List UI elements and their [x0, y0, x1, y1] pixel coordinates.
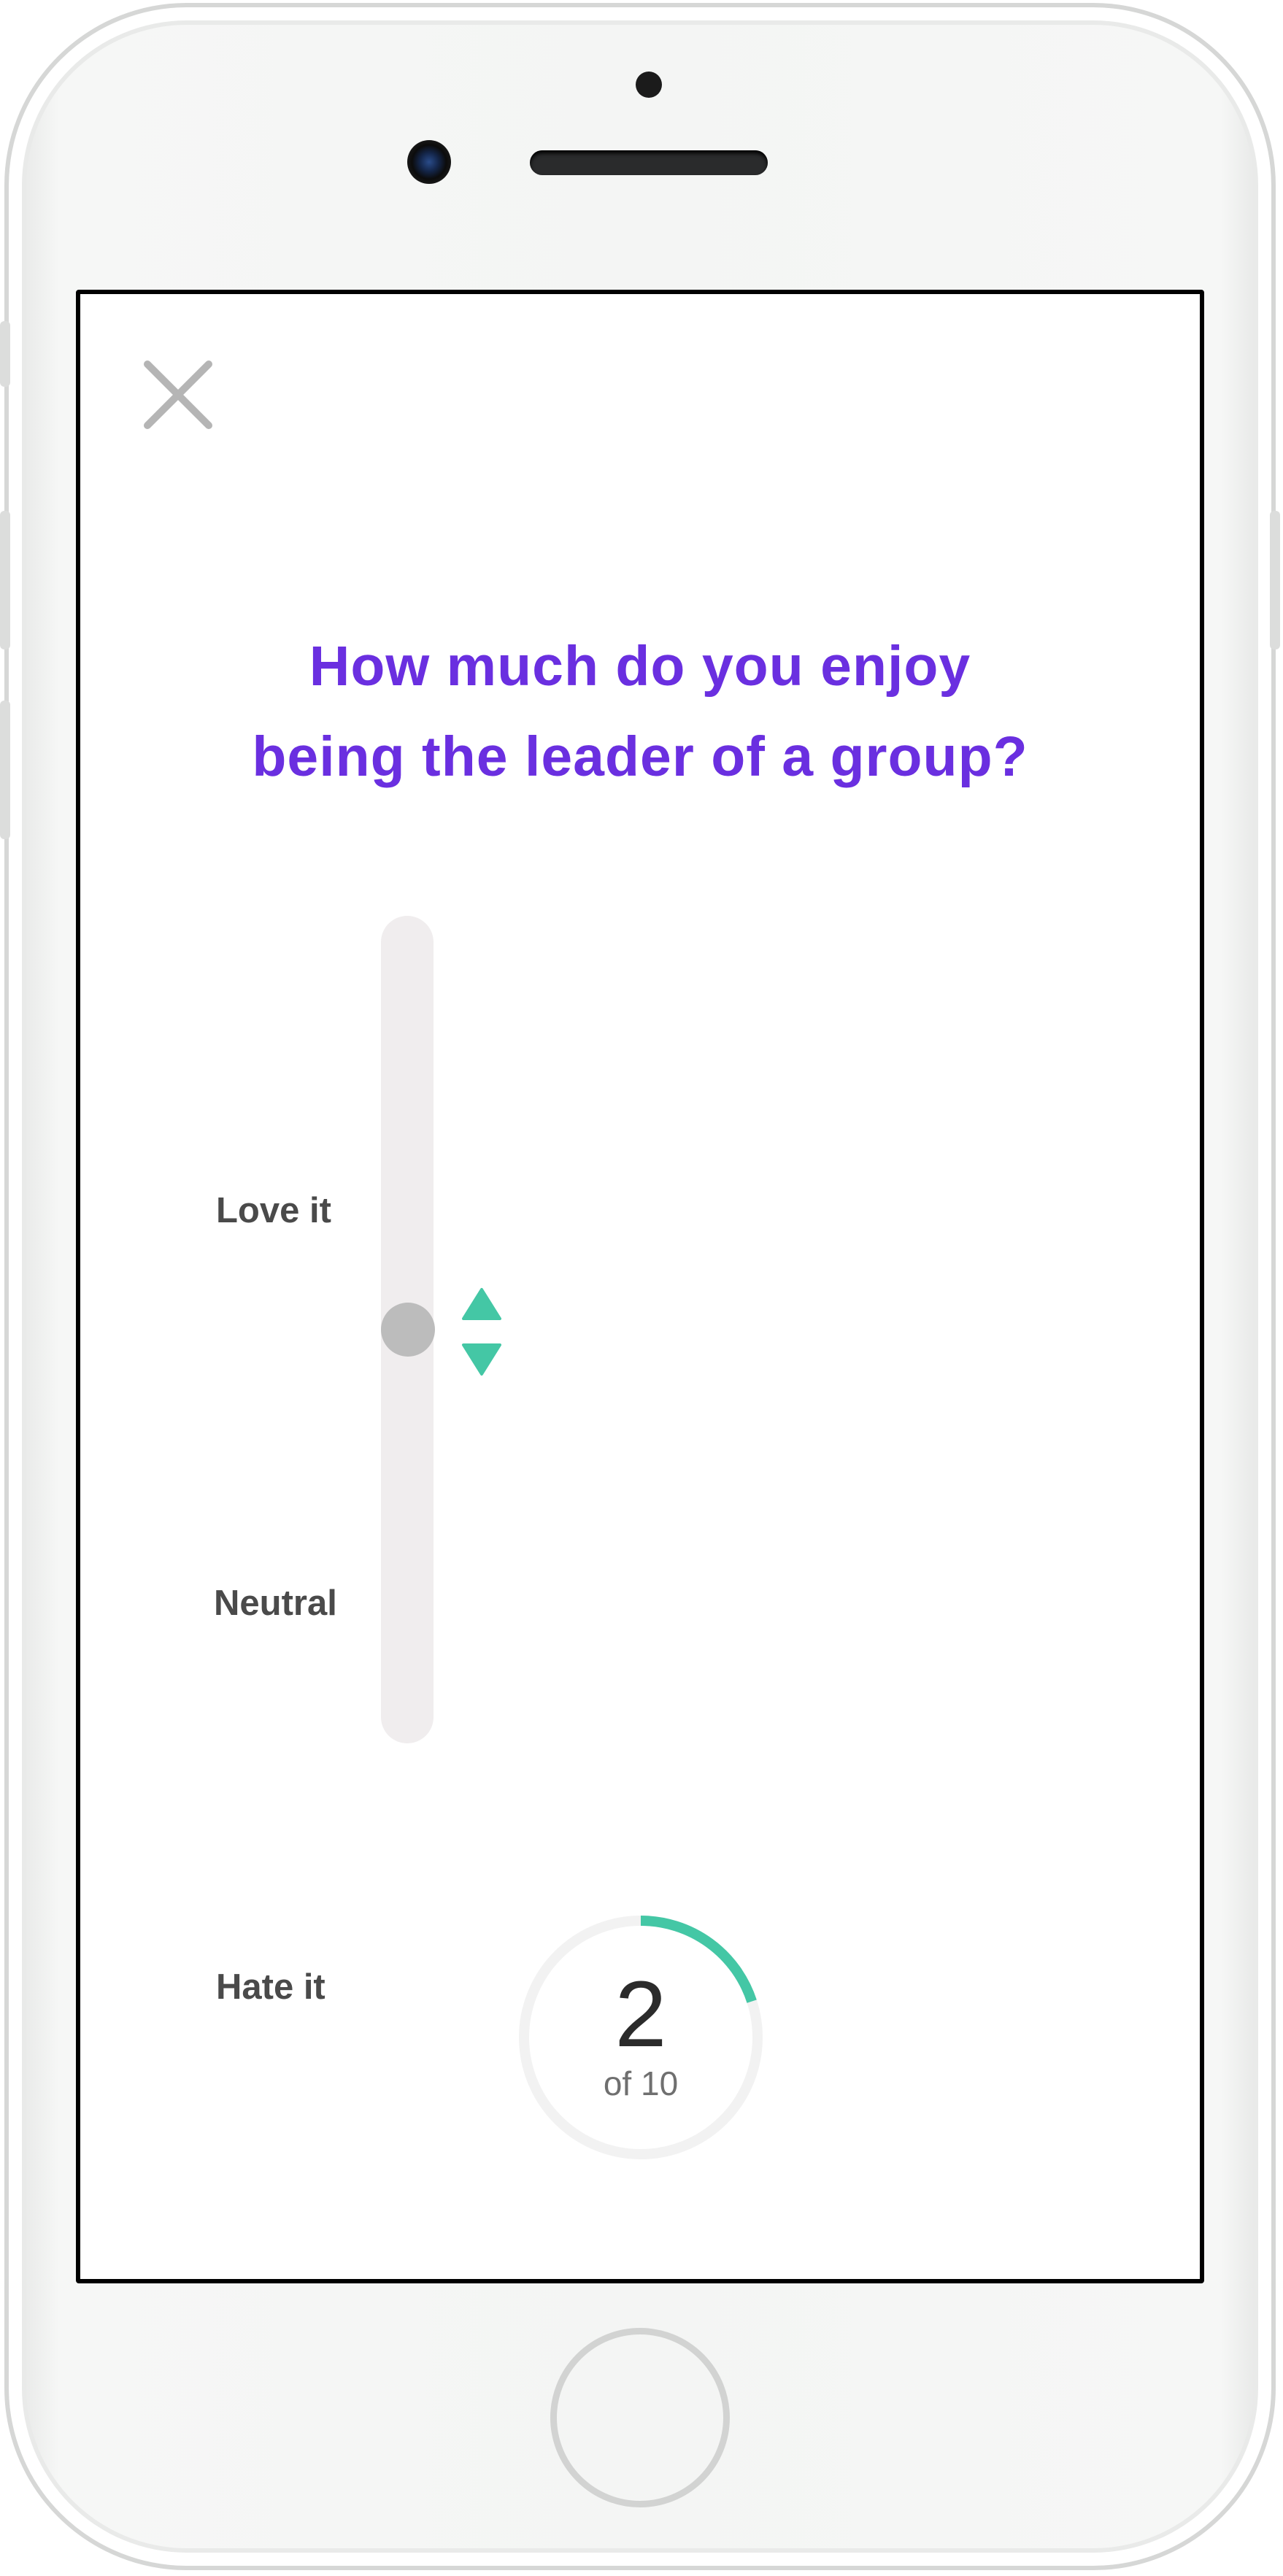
- proximity-sensor: [636, 72, 662, 98]
- close-icon: [144, 360, 212, 429]
- slider-thumb[interactable]: [381, 1303, 435, 1357]
- silent-switch: [0, 321, 10, 387]
- question-line-1: How much do you enjoy: [309, 635, 971, 698]
- triangle-up-icon: [462, 1288, 501, 1320]
- power-button: [1270, 511, 1280, 649]
- progress-current: 2: [614, 1962, 667, 2067]
- decrease-button[interactable]: [461, 1342, 502, 1377]
- increase-button[interactable]: [461, 1287, 502, 1322]
- home-button[interactable]: [550, 2328, 730, 2507]
- slider-label-neutral: Neutral: [214, 1584, 337, 1623]
- slider-label-hate: Hate it: [216, 1967, 325, 2007]
- question-line-2: being the leader of a group?: [252, 725, 1028, 788]
- slider-label-love: Love it: [216, 1191, 331, 1230]
- question-title: How much do you enjoy being the leader o…: [153, 621, 1127, 802]
- close-button[interactable]: [142, 358, 215, 431]
- earpiece-speaker: [530, 150, 768, 175]
- volume-down-button: [0, 701, 10, 839]
- app-screen: How much do you enjoy being the leader o…: [76, 290, 1204, 2283]
- volume-up-button: [0, 511, 10, 649]
- question-progress: 2 of 10: [516, 1913, 766, 2162]
- front-camera: [407, 140, 451, 184]
- triangle-down-icon: [462, 1343, 501, 1376]
- progress-total: of 10: [603, 2064, 679, 2102]
